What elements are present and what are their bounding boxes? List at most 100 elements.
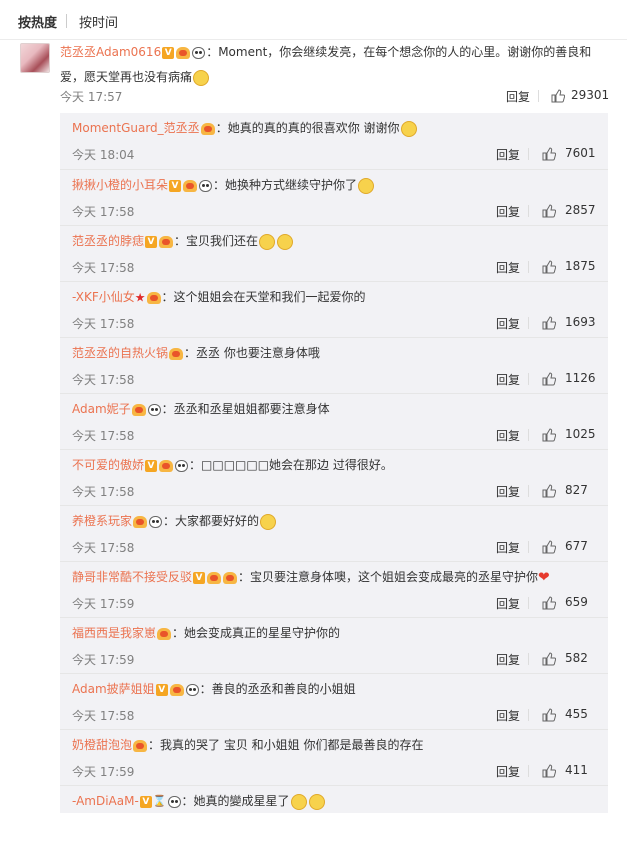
reply-username[interactable]: Adam披萨姐姐 xyxy=(72,682,155,696)
badge-icons: V xyxy=(168,177,213,195)
avatar[interactable] xyxy=(20,43,50,73)
reply-time: 今天 17:59 xyxy=(72,597,135,611)
divider xyxy=(528,541,529,553)
panda-icon xyxy=(192,46,206,59)
reply-body: 养橙系玩家 ：大家都要好好的 xyxy=(72,512,602,531)
reply-button[interactable]: 回复 xyxy=(496,203,520,220)
like-icon[interactable] xyxy=(542,316,556,330)
reply-username[interactable]: 福西西是我家崽 xyxy=(72,626,156,640)
reply-button[interactable]: 回复 xyxy=(496,315,520,332)
reply-button[interactable]: 回复 xyxy=(496,259,520,276)
reply-username[interactable]: 范丞丞的自热火锅 xyxy=(72,346,168,360)
fan-badge-icon xyxy=(169,348,184,360)
reply-text: ：她真的變成星星了 xyxy=(181,794,290,808)
reply-body: -XKF小仙女★ ：这个姐姐会在天堂和我们一起爱你的 xyxy=(72,288,602,307)
reply-time: 今天 17:58 xyxy=(72,485,135,499)
like-icon[interactable] xyxy=(542,260,556,274)
like-icon[interactable] xyxy=(542,372,556,386)
verified-icon: V xyxy=(193,572,206,584)
fan-badge-icon xyxy=(207,572,222,584)
fan-badge-icon xyxy=(169,684,184,696)
reply-button[interactable]: 回复 xyxy=(496,427,520,444)
verified-icon: V xyxy=(145,460,158,472)
like-icon[interactable] xyxy=(551,89,565,103)
reply-username[interactable]: MomentGuard_范丞丞 xyxy=(72,121,200,135)
reply-item: 范丞丞的脖痣 V ：宝贝我们还在 今天 17:58 回复 1875 xyxy=(60,225,608,281)
reply-username[interactable]: -AmDiAaM- xyxy=(72,794,139,808)
panda-icon xyxy=(147,404,161,416)
tab-by-hot[interactable]: 按热度 xyxy=(18,12,57,31)
reply-button[interactable]: 回复 xyxy=(496,146,520,163)
reply-button[interactable]: 回复 xyxy=(496,539,520,556)
reply-time: 今天 17:58 xyxy=(72,261,135,275)
comment-username[interactable]: 范丞丞Adam0616 xyxy=(60,45,161,59)
reply-body: 静哥非常酷不接受反驳 V ：宝贝要注意身体噢，这个姐姐会变成最亮的丞星守护你❤ xyxy=(72,568,602,587)
reply-button[interactable]: 回复 xyxy=(496,595,520,612)
like-count: 659 xyxy=(565,595,588,609)
badge-icons: V ⌛ xyxy=(139,792,182,811)
reply-username[interactable]: -XKF小仙女 xyxy=(72,290,135,304)
reply-button[interactable]: 回复 xyxy=(496,707,520,724)
reply-text: ：丞丞和丞星姐姐都要注意身体 xyxy=(161,402,330,416)
tab-by-time[interactable]: 按时间 xyxy=(79,12,118,31)
reply-username[interactable]: 揪揪小橙的小耳朵 xyxy=(72,178,168,192)
like-icon[interactable] xyxy=(542,764,556,778)
emoji-icon xyxy=(358,177,375,194)
emoji-icon xyxy=(400,120,417,137)
divider xyxy=(528,373,529,385)
like-icon[interactable] xyxy=(542,652,556,666)
divider xyxy=(528,597,529,609)
reply-body: Adam妮子 ：丞丞和丞星姐姐都要注意身体 xyxy=(72,400,602,419)
like-icon[interactable] xyxy=(542,540,556,554)
divider xyxy=(528,261,529,273)
reply-username[interactable]: 范丞丞的脖痣 xyxy=(72,234,144,248)
reply-button[interactable]: 回复 xyxy=(496,651,520,668)
reply-time: 今天 17:58 xyxy=(72,317,135,331)
reply-text: ：丞丞 你也要注意身体哦 xyxy=(184,346,320,360)
reply-username[interactable]: 养橙系玩家 xyxy=(72,514,132,528)
panda-icon xyxy=(149,516,163,528)
reply-text: ：她换种方式继续守护你了 xyxy=(213,178,358,192)
reply-list: MomentGuard_范丞丞 ：她真的真的真的很喜欢你 谢谢你 今天 18:04 回… xyxy=(60,113,608,813)
divider xyxy=(528,765,529,777)
reply-text: ：我真的哭了 宝贝 和小姐姐 你们都是最善良的存在 xyxy=(148,738,424,752)
like-count: 582 xyxy=(565,651,588,665)
reply-button[interactable]: 回复 xyxy=(506,88,530,105)
reply-time: 今天 17:59 xyxy=(72,765,135,779)
like-icon[interactable] xyxy=(542,204,556,218)
like-icon[interactable] xyxy=(542,147,556,161)
badge-icons: V xyxy=(161,40,206,65)
badge-icons: V xyxy=(144,233,174,251)
verified-icon: V xyxy=(139,795,152,808)
emoji-icon xyxy=(260,513,277,530)
divider xyxy=(538,90,539,102)
reply-button[interactable]: 回复 xyxy=(496,371,520,388)
reply-item: 养橙系玩家 ：大家都要好好的 今天 17:58 回复 677 xyxy=(60,505,608,561)
reply-item: 范丞丞的自热火锅 ：丞丞 你也要注意身体哦 今天 17:58 回复 1126 xyxy=(60,337,608,393)
reply-time: 今天 17:58 xyxy=(72,541,135,555)
reply-time: 今天 17:58 xyxy=(72,429,135,443)
reply-button[interactable]: 回复 xyxy=(496,483,520,500)
fan-badge-icon xyxy=(157,628,172,640)
like-icon[interactable] xyxy=(542,484,556,498)
reply-text: ：大家都要好好的 xyxy=(163,514,260,528)
reply-username[interactable]: Adam妮子 xyxy=(72,402,131,416)
reply-username[interactable]: 静哥非常酷不接受反驳 xyxy=(72,570,192,584)
badge-icons xyxy=(132,513,163,531)
like-icon[interactable] xyxy=(542,428,556,442)
panda-icon xyxy=(167,795,181,808)
reply-button[interactable]: 回复 xyxy=(496,763,520,780)
like-count: 29301 xyxy=(571,88,610,102)
reply-item: Adam妮子 ：丞丞和丞星姐姐都要注意身体 今天 17:58 回复 1025 xyxy=(60,393,608,449)
reply-body: 揪揪小橙的小耳朵 V ：她换种方式继续守护你了 xyxy=(72,176,602,195)
reply-time: 今天 17:59 xyxy=(72,653,135,667)
like-icon[interactable] xyxy=(542,596,556,610)
fan-badge-icon xyxy=(223,572,238,584)
reply-text: ：宝贝要注意身体噢，这个姐姐会变成最亮的丞星守护你 xyxy=(238,570,539,584)
fan-badge-icon xyxy=(131,404,146,416)
reply-username[interactable]: 不可爱的傲娇 xyxy=(72,458,144,472)
divider xyxy=(528,317,529,329)
reply-username[interactable]: 奶橙甜泡泡 xyxy=(72,738,132,752)
badge-icons: ★ xyxy=(135,288,162,307)
like-icon[interactable] xyxy=(542,708,556,722)
